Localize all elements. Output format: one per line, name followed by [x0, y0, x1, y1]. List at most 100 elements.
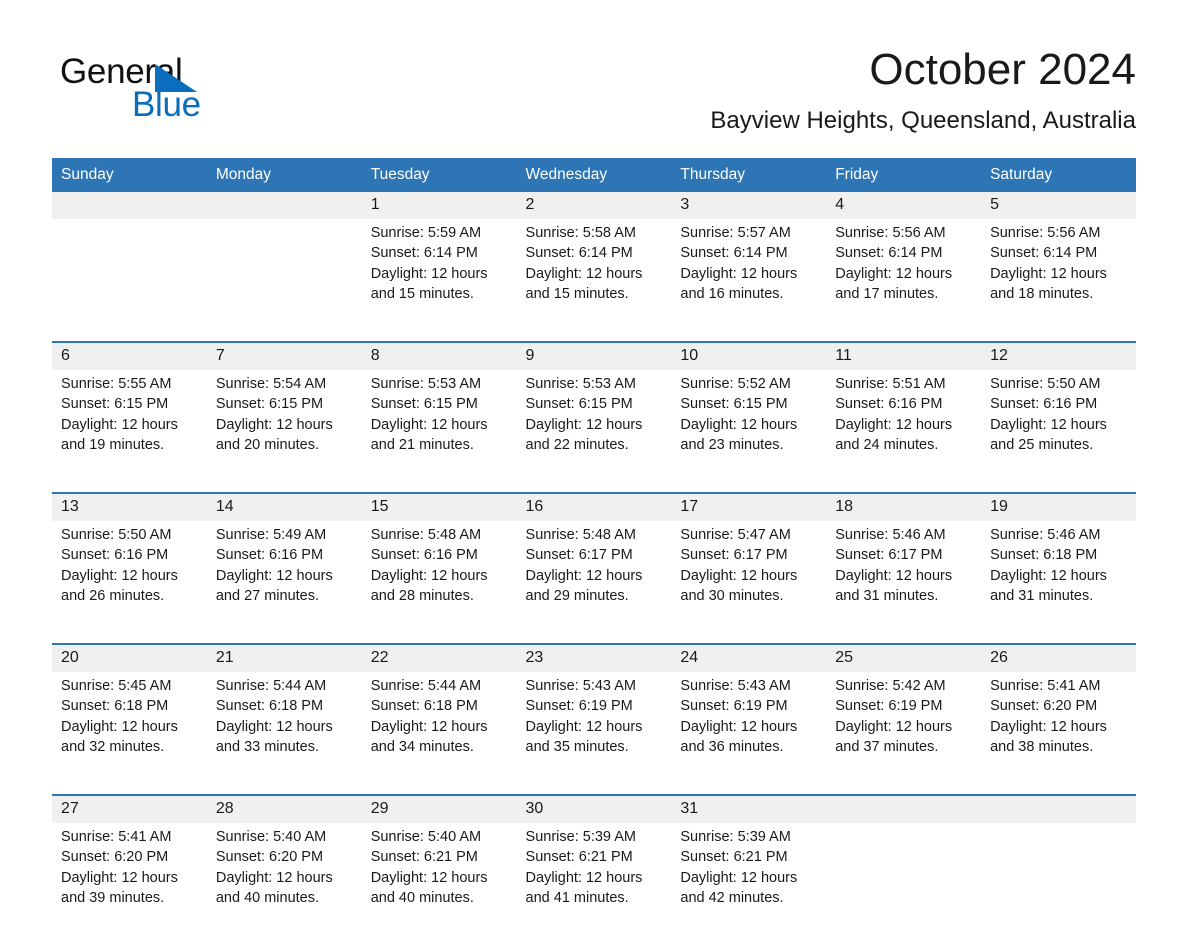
- day-detail-cell[interactable]: Sunrise: 5:39 AM Sunset: 6:21 PM Daylight:…: [671, 823, 827, 945]
- day-detail-cell[interactable]: Sunrise: 5:56 AM Sunset: 6:14 PM Daylight:…: [981, 219, 1136, 342]
- day-detail-cell[interactable]: Sunrise: 5:40 AM Sunset: 6:21 PM Daylight:…: [361, 823, 517, 945]
- day-number-cell[interactable]: 20: [52, 643, 207, 672]
- weekday-header-friday: Friday: [826, 158, 982, 192]
- day-detail-cell[interactable]: Sunrise: 5:42 AM Sunset: 6:19 PM Daylight:…: [826, 672, 982, 795]
- day-detail-cell[interactable]: Sunrise: 5:44 AM Sunset: 6:18 PM Daylight:…: [361, 672, 517, 795]
- daylight-text-line2: and 18 minutes.: [990, 285, 1094, 302]
- day-detail-cell[interactable]: Sunrise: 5:50 AM Sunset: 6:16 PM Daylight:…: [52, 521, 207, 644]
- daylight-text-line2: and 20 minutes.: [215, 436, 320, 453]
- day-number-cell[interactable]: 25: [826, 643, 982, 672]
- day-number-cell[interactable]: 22: [361, 643, 517, 672]
- weekday-header-tuesday: Tuesday: [361, 158, 517, 192]
- day-detail-cell[interactable]: Sunrise: 5:46 AM Sunset: 6:17 PM Daylight:…: [826, 521, 982, 644]
- day-number-cell[interactable]: 15: [361, 492, 517, 521]
- page-title: October 2024: [869, 45, 1136, 94]
- day-detail-cell[interactable]: Sunrise: 5:46 AM Sunset: 6:18 PM Daylight:…: [981, 521, 1136, 644]
- day-number-cell[interactable]: 21: [206, 643, 362, 672]
- daylight-text-line1: Daylight: 12 hours: [990, 265, 1107, 282]
- day-detail-cell[interactable]: Sunrise: 5:56 AM Sunset: 6:14 PM Daylight:…: [826, 219, 982, 342]
- sunrise-text: Sunrise: 5:41 AM: [990, 678, 1101, 694]
- daylight-text-line2: and 31 minutes.: [990, 587, 1094, 604]
- day-detail-cell[interactable]: Sunrise: 5:52 AM Sunset: 6:15 PM Daylight:…: [671, 370, 827, 493]
- sunrise-text: Sunrise: 5:59 AM: [370, 225, 482, 241]
- day-detail-cell[interactable]: Sunrise: 5:54 AM Sunset: 6:15 PM Daylight:…: [206, 370, 362, 493]
- daylight-text-line2: and 15 minutes.: [525, 285, 629, 302]
- sunrise-text: Sunrise: 5:44 AM: [370, 678, 482, 694]
- daylight-text-line2: and 41 minutes.: [525, 889, 629, 906]
- daylight-text-line1: Daylight: 12 hours: [370, 567, 488, 584]
- day-number-cell[interactable]: 10: [671, 341, 827, 370]
- day-number-cell[interactable]: 7: [206, 341, 362, 370]
- calendar-week-row: 1 2 3 4 5 Sunrise: 5:59 AM Sunset: 6:14 PM Dayl…: [52, 192, 1136, 342]
- day-detail-cell[interactable]: Sunrise: 5:48 AM Sunset: 6:17 PM Daylight:…: [516, 521, 672, 644]
- day-number-cell[interactable]: 14: [206, 492, 362, 521]
- daylight-text-line2: and 32 minutes.: [61, 738, 165, 755]
- calendar-week-daynumbers: 6 7 8 9 10 11 12: [52, 341, 1136, 370]
- day-number-cell[interactable]: 8: [361, 341, 517, 370]
- day-detail-cell[interactable]: Sunrise: 5:40 AM Sunset: 6:20 PM Daylight:…: [206, 823, 362, 945]
- day-detail-cell[interactable]: Sunrise: 5:58 AM Sunset: 6:14 PM Daylight:…: [516, 219, 672, 342]
- day-number-cell[interactable]: 18: [826, 492, 982, 521]
- day-number-cell[interactable]: 31: [671, 794, 827, 823]
- daylight-text-line1: Daylight: 12 hours: [525, 416, 643, 433]
- sunset-text: Sunset: 6:15 PM: [680, 396, 788, 413]
- sunrise-text: Sunrise: 5:46 AM: [835, 527, 946, 543]
- sunset-text: Sunset: 6:18 PM: [61, 698, 169, 715]
- day-number-cell[interactable]: 1: [361, 192, 517, 219]
- day-number-cell[interactable]: 28: [206, 794, 362, 823]
- day-detail-cell[interactable]: Sunrise: 5:41 AM Sunset: 6:20 PM Daylight:…: [52, 823, 207, 945]
- day-detail-cell[interactable]: Sunrise: 5:45 AM Sunset: 6:18 PM Daylight:…: [52, 672, 207, 795]
- day-detail-cell[interactable]: Sunrise: 5:50 AM Sunset: 6:16 PM Daylight:…: [981, 370, 1136, 493]
- day-number-cell[interactable]: 12: [981, 341, 1136, 370]
- daylight-text-line1: Daylight: 12 hours: [215, 869, 333, 886]
- day-number-cell[interactable]: 3: [671, 192, 827, 219]
- day-number-cell[interactable]: 4: [826, 192, 982, 219]
- day-number-cell[interactable]: 27: [52, 794, 207, 823]
- calendar-week-details: Sunrise: 5:50 AM Sunset: 6:16 PM Daylight:…: [52, 521, 1136, 644]
- day-number-cell[interactable]: 2: [516, 192, 672, 219]
- day-detail-cell[interactable]: Sunrise: 5:41 AM Sunset: 6:20 PM Daylight:…: [981, 672, 1136, 795]
- day-number-cell[interactable]: 5: [981, 192, 1136, 219]
- day-detail-cell[interactable]: Sunrise: 5:57 AM Sunset: 6:14 PM Daylight:…: [671, 219, 827, 342]
- sunset-text: Sunset: 6:19 PM: [835, 698, 943, 715]
- sunrise-text: Sunrise: 5:53 AM: [370, 376, 482, 392]
- day-number-cell[interactable]: 26: [981, 643, 1136, 672]
- day-number-cell[interactable]: 23: [516, 643, 672, 672]
- sunset-text: Sunset: 6:16 PM: [61, 547, 169, 564]
- day-number-cell[interactable]: 19: [981, 492, 1136, 521]
- day-number-cell[interactable]: 16: [516, 492, 672, 521]
- calendar-table: Sunday Monday Tuesday Wednesday Thursday…: [52, 158, 1136, 945]
- day-detail-cell[interactable]: Sunrise: 5:51 AM Sunset: 6:16 PM Daylight:…: [826, 370, 982, 493]
- day-number-cell[interactable]: 6: [52, 341, 207, 370]
- day-detail-cell[interactable]: Sunrise: 5:48 AM Sunset: 6:16 PM Daylight:…: [361, 521, 517, 644]
- generalblue-logo[interactable]: General Blue: [60, 52, 280, 124]
- day-detail-cell[interactable]: Sunrise: 5:39 AM Sunset: 6:21 PM Daylight:…: [516, 823, 672, 945]
- calendar-week-daynumbers: 20 21 22 23 24 25 26: [52, 643, 1136, 672]
- day-number-cell[interactable]: 30: [516, 794, 672, 823]
- sunrise-text: Sunrise: 5:43 AM: [680, 678, 791, 694]
- sunrise-text: Sunrise: 5:50 AM: [990, 376, 1101, 392]
- day-detail-cell[interactable]: Sunrise: 5:49 AM Sunset: 6:16 PM Daylight:…: [206, 521, 362, 644]
- calendar-week-daynumbers: 12345: [52, 192, 1136, 219]
- day-detail-cell[interactable]: Sunrise: 5:47 AM Sunset: 6:17 PM Daylight:…: [671, 521, 827, 644]
- sunrise-text: Sunrise: 5:42 AM: [835, 678, 946, 694]
- day-detail-cell[interactable]: Sunrise: 5:43 AM Sunset: 6:19 PM Daylight:…: [671, 672, 827, 795]
- calendar-week-daynumbers: 13 14 15 16 17 18 19: [52, 492, 1136, 521]
- day-detail-cell[interactable]: Sunrise: 5:44 AM Sunset: 6:18 PM Daylight:…: [206, 672, 362, 795]
- daylight-text-line1: Daylight: 12 hours: [835, 265, 953, 282]
- daylight-text-line1: Daylight: 12 hours: [525, 265, 643, 282]
- day-number-cell[interactable]: 29: [361, 794, 517, 823]
- daylight-text-line1: Daylight: 12 hours: [990, 416, 1107, 433]
- day-number-cell[interactable]: 9: [516, 341, 672, 370]
- day-detail-cell[interactable]: Sunrise: 5:53 AM Sunset: 6:15 PM Daylight:…: [516, 370, 672, 493]
- day-detail-cell[interactable]: Sunrise: 5:55 AM Sunset: 6:15 PM Daylight:…: [52, 370, 207, 493]
- day-detail-cell[interactable]: Sunrise: 5:53 AM Sunset: 6:15 PM Daylight:…: [361, 370, 517, 493]
- day-detail-cell[interactable]: Sunrise: 5:43 AM Sunset: 6:19 PM Daylight:…: [516, 672, 672, 795]
- daylight-text-line1: Daylight: 12 hours: [525, 718, 643, 735]
- day-detail-cell[interactable]: Sunrise: 5:59 AM Sunset: 6:14 PM Daylight:…: [361, 219, 517, 342]
- day-number-cell[interactable]: 13: [52, 492, 207, 521]
- day-number-cell[interactable]: 24: [671, 643, 827, 672]
- empty-day-detail-cell: [981, 823, 1136, 945]
- day-number-cell[interactable]: 11: [826, 341, 982, 370]
- day-number-cell[interactable]: 17: [671, 492, 827, 521]
